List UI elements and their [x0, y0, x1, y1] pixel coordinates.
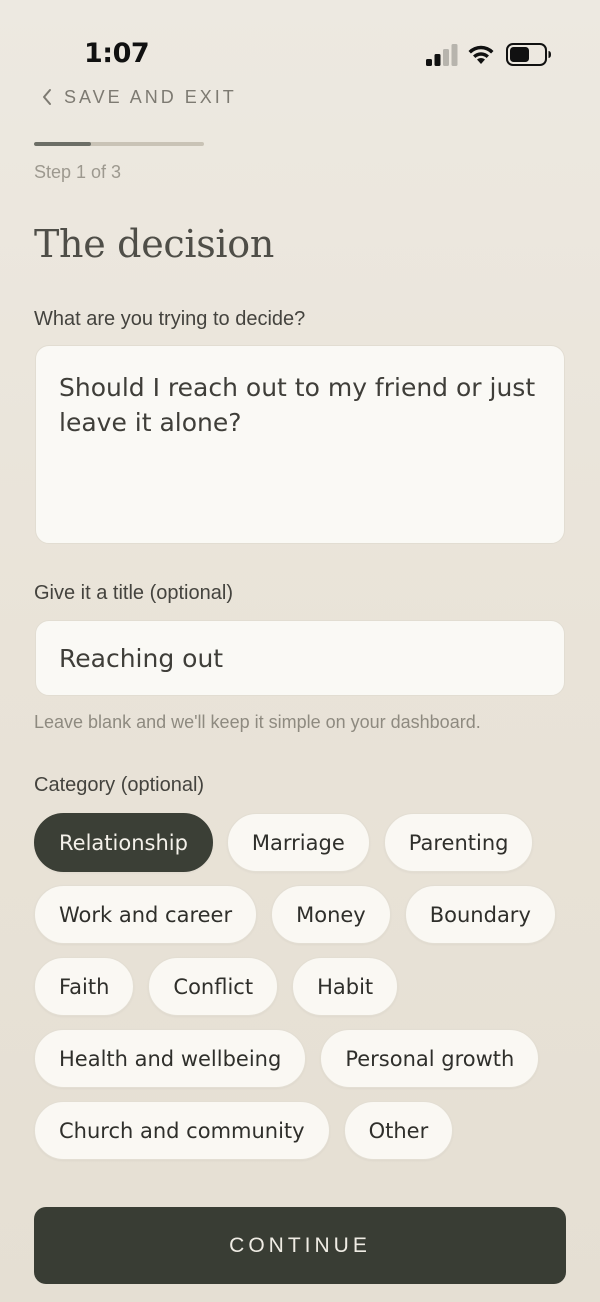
cellular-signal-icon	[426, 44, 458, 66]
battery-icon	[506, 43, 551, 66]
status-bar: 1:07	[0, 0, 600, 90]
progress-fill	[34, 142, 91, 146]
category-chip-church-and-community[interactable]: Church and community	[34, 1101, 330, 1160]
status-time: 1:07	[84, 38, 150, 69]
category-chip-personal-growth[interactable]: Personal growth	[320, 1029, 540, 1088]
chip-row: Relationship Marriage Parenting	[34, 813, 574, 872]
category-chip-health-and-wellbeing[interactable]: Health and wellbeing	[34, 1029, 307, 1088]
category-chip-marriage[interactable]: Marriage	[226, 813, 370, 872]
category-chip-parenting[interactable]: Parenting	[383, 813, 534, 872]
category-chip-work-and-career[interactable]: Work and career	[34, 885, 258, 944]
decision-field-label: What are you trying to decide?	[34, 308, 306, 330]
step-indicator: Step 1 of 3	[34, 162, 122, 182]
chip-row: Work and career Money Boundary	[34, 885, 574, 944]
wifi-icon	[468, 45, 494, 64]
page-title: The decision	[34, 222, 275, 266]
category-chip-habit[interactable]: Habit	[292, 957, 399, 1016]
continue-button[interactable]: CONTINUE	[34, 1207, 566, 1284]
category-chip-group: Relationship Marriage Parenting Work and…	[34, 813, 574, 1173]
category-chip-money[interactable]: Money	[271, 885, 391, 944]
category-chip-conflict[interactable]: Conflict	[148, 957, 279, 1016]
category-chip-other[interactable]: Other	[343, 1101, 454, 1160]
save-and-exit-label: SAVE AND EXIT	[64, 86, 237, 107]
save-and-exit-link[interactable]: SAVE AND EXIT	[40, 84, 237, 110]
category-chip-relationship[interactable]: Relationship	[34, 813, 213, 872]
chevron-left-icon	[43, 89, 51, 105]
category-label: Category (optional)	[34, 774, 205, 796]
progress-bar	[34, 142, 204, 146]
title-hint: Leave blank and we'll keep it simple on …	[34, 712, 481, 732]
chip-row: Health and wellbeing Personal growth	[34, 1029, 574, 1088]
decision-step-screen: 1:07 SAVE AND EXIT Step 1 of 3 The decis…	[0, 0, 600, 1302]
chip-row: Church and community Other	[34, 1101, 574, 1160]
category-chip-faith[interactable]: Faith	[34, 957, 135, 1016]
title-input[interactable]: Reaching out	[35, 620, 565, 696]
category-chip-boundary[interactable]: Boundary	[404, 885, 556, 944]
title-field-label: Give it a title (optional)	[34, 582, 233, 604]
decision-textarea[interactable]: Should I reach out to my friend or just …	[35, 345, 565, 544]
chip-row: Faith Conflict Habit	[34, 957, 574, 1016]
